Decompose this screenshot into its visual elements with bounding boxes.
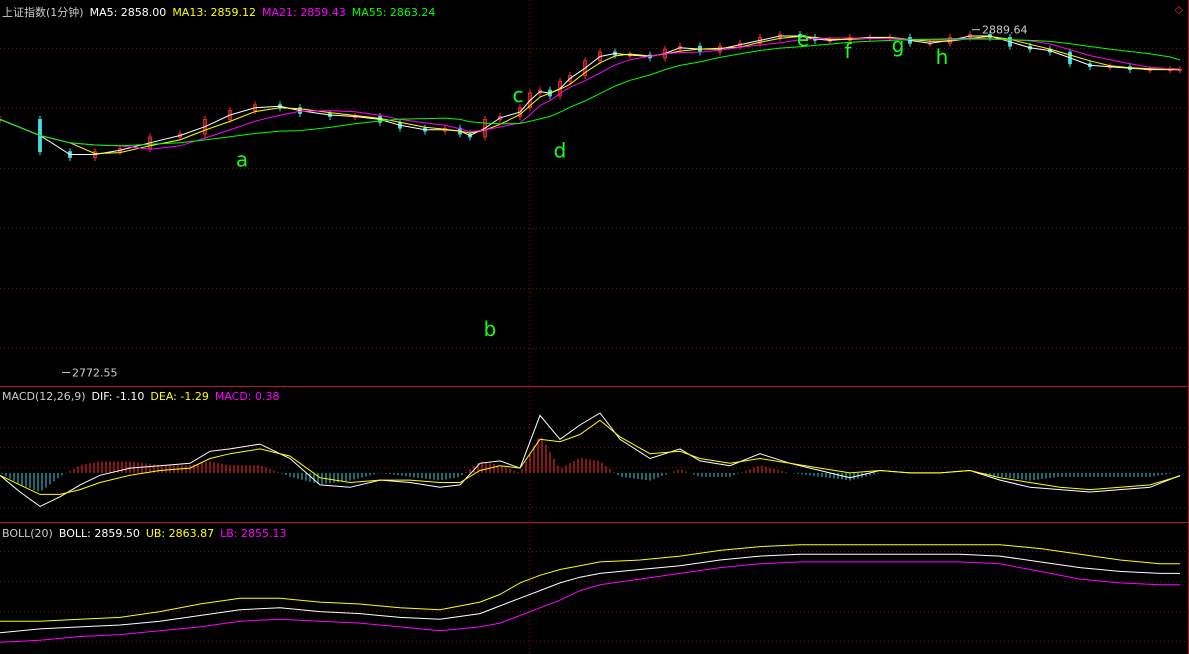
annotation-letter-f: f	[844, 39, 852, 63]
boll-middle-band	[0, 553, 1180, 634]
annotation-letter-b: b	[484, 317, 497, 341]
boll-mid-legend: BOLL: 2859.50	[58, 527, 140, 540]
dif-legend: DIF: -1.10	[91, 390, 145, 403]
macd-panel-header: MACD(12,26,9) DIF: -1.10 DEA: -1.29 MACD: 0…	[2, 390, 286, 403]
ma55-line	[0, 37, 1181, 147]
boll-panel-header: BOLL(20) BOLL: 2859.50 UB: 2863.87 LB: 2855…	[2, 527, 293, 540]
annotation-letter-c: c	[513, 83, 524, 107]
price-panel-header: 上证指数(1分钟) MA5: 2858.00 MA13: 2859.12 MA21: …	[2, 4, 441, 20]
ma21-line	[0, 37, 1181, 150]
boll-lb-legend: LB: 2855.13	[220, 527, 287, 540]
price-panel-title: 上证指数(1分钟)	[2, 6, 84, 19]
annotation-letter-h: h	[936, 45, 949, 69]
ma5-legend: MA5: 2858.00	[89, 6, 167, 19]
annotation-letter-e: e	[797, 27, 809, 51]
boll-panel-title: BOLL(20)	[2, 527, 53, 540]
dea-line	[0, 419, 1181, 495]
dea-legend: DEA: -1.29	[150, 390, 209, 403]
annotation-letter-a: a	[236, 147, 248, 171]
ma5-line	[0, 35, 1180, 155]
macd-panel-title: MACD(12,26,9)	[2, 390, 86, 403]
chart-stage: 2772.55 2889.64 a b c d e f g h	[0, 0, 1189, 654]
ma13-legend: MA13: 2859.12	[172, 6, 257, 19]
ma55-legend: MA55: 2863.24	[351, 6, 436, 19]
low-price-label: 2772.55	[72, 367, 118, 380]
close-diamond-icon[interactable]: ◇	[1175, 3, 1183, 16]
high-price-label: 2889.64	[982, 24, 1028, 37]
boll-lower-band	[0, 561, 1180, 643]
annotation-letter-d: d	[554, 138, 567, 162]
annotation-letter-g: g	[892, 33, 905, 57]
ma21-legend: MA21: 2859.43	[262, 6, 346, 19]
boll-ub-legend: UB: 2863.87	[145, 527, 215, 540]
macd-legend: MACD: 0.38	[214, 390, 280, 403]
